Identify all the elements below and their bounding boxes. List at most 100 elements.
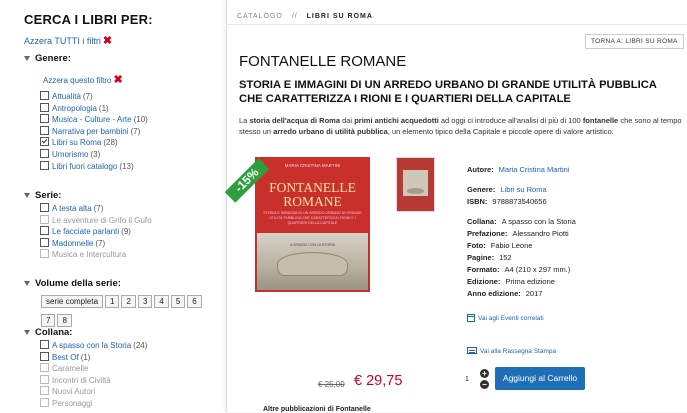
volume-button-7[interactable]: 7 [41, 314, 56, 327]
reset-genere-filter-link[interactable]: Azzera questo filtro ✖ [43, 73, 123, 86]
sidebar-title: CERCA I LIBRI PER: [24, 12, 153, 27]
serie-item-label[interactable]: A testa alta [52, 204, 92, 213]
detail-prefazione: Prefazione: Alessandro Piotti [467, 229, 569, 238]
quantity-increase-button[interactable]: + [480, 369, 489, 378]
genere-item-label[interactable]: Antropologia [52, 104, 97, 113]
checkbox[interactable] [40, 102, 49, 112]
breadcrumb-catalogo[interactable]: CATALOGO [237, 13, 283, 20]
item-count: (28) [103, 138, 118, 148]
related-events-link[interactable]: Vai agli Eventi correlati [467, 314, 544, 322]
checkbox[interactable] [40, 114, 49, 124]
checkbox-disabled [40, 249, 49, 259]
volume-heading[interactable]: Volume della serie: [24, 278, 121, 289]
volume-button-8[interactable]: 8 [57, 314, 72, 327]
serie-item-label[interactable]: Madonnelle [52, 239, 93, 248]
chevron-down-icon [24, 55, 30, 61]
genere-item-fuori-catalogo[interactable]: Libri fuori catalogo (13) [40, 160, 148, 173]
detail-key: Autore: [467, 165, 494, 174]
checkbox[interactable] [40, 125, 49, 135]
reset-all-filters-link[interactable]: Azzera TUTTI i filtri ✖ [24, 34, 112, 47]
volume-button-6[interactable]: 6 [187, 295, 202, 308]
volume-button-4[interactable]: 4 [154, 295, 169, 308]
detail-foto: Foto: Fabio Leone [467, 241, 532, 250]
checkbox[interactable] [40, 203, 49, 212]
genere-item-label[interactable]: Umorismo [52, 150, 88, 159]
add-to-cart-button[interactable]: Aggiungi al Carrello [495, 367, 585, 390]
checkbox[interactable] [40, 148, 49, 158]
checkbox-disabled [40, 386, 49, 396]
quantity-input[interactable]: 1 [460, 375, 474, 385]
genere-item-label[interactable]: Libri su Roma [52, 138, 101, 147]
collana-item-personaggi: Personaggi [40, 397, 147, 410]
calendar-icon [467, 314, 475, 322]
genere-item-antropologia[interactable]: Antropologia (1) [40, 102, 148, 115]
collana-item-best-of[interactable]: Best Of (1) [40, 351, 147, 364]
cover-title-line: FONTANELLE [269, 180, 356, 195]
collana-item-label[interactable]: Best Of [52, 353, 79, 362]
genere-item-label[interactable]: Narrativa per bambini [52, 127, 128, 136]
checkbox[interactable] [40, 340, 49, 349]
genere-item-label[interactable]: Libri fuori catalogo [52, 162, 117, 171]
detail-key: Formato: [467, 265, 500, 274]
item-count: (1) [80, 352, 91, 362]
breadcrumb-separator: // [291, 13, 298, 20]
serie-item-a-testa-alta[interactable]: A testa alta (7) [40, 203, 152, 215]
back-cover-thumbnail[interactable] [396, 157, 435, 212]
checkbox[interactable] [40, 160, 49, 170]
detail-isbn: ISBN: 9788873540656 [467, 197, 547, 206]
back-to-category-button[interactable]: TORNA A: LIBRI SU ROMA [585, 34, 684, 49]
serie-item-label: Musica e Intercultura [52, 250, 127, 260]
detail-formato: Formato: A4 (210 x 297 mm.) [467, 265, 570, 274]
genere-item-attualita[interactable]: Attualità (7) [40, 91, 148, 103]
genere-item-umorismo[interactable]: Umorismo (3) [40, 148, 148, 161]
collana-item-a-spasso[interactable]: A spasso con la Storia (24) [40, 340, 147, 352]
volume-button-serie-completa[interactable]: serie completa [41, 295, 104, 308]
original-price: € 25,00 [318, 380, 345, 389]
serie-item-label[interactable]: Le facciate parlanti [52, 227, 119, 236]
genere-heading-label: Genere: [35, 53, 71, 64]
volume-button-1[interactable]: 1 [105, 295, 120, 308]
cover-series-label: A SPASSO CON LA STORIA [290, 243, 335, 247]
checkbox[interactable] [40, 226, 49, 236]
checkbox[interactable] [40, 237, 49, 247]
author-link[interactable]: Maria Cristina Martini [499, 165, 570, 174]
serie-item-madonnelle[interactable]: Madonnelle (7) [40, 237, 152, 250]
close-icon[interactable]: ✖ [103, 35, 112, 47]
collana-item-incontri: Incontri di Civiltà [40, 374, 147, 387]
serie-item-musica: Musica e Intercultura [40, 249, 152, 261]
volume-button-2[interactable]: 2 [121, 295, 136, 308]
serie-item-facciate[interactable]: Le facciate parlanti (9) [40, 226, 152, 238]
genere-item-narrativa[interactable]: Narrativa per bambini (7) [40, 125, 148, 138]
checkbox-checked[interactable] [40, 137, 49, 147]
current-price: € 29,75 [354, 373, 403, 389]
intro-bold: storia dell'acqua di Roma [249, 116, 340, 125]
book-detail-panel: CATALOGO // LIBRI SU ROMA TORNA A: LIBRI… [224, 0, 687, 413]
genere-item-libri-su-roma[interactable]: Libri su Roma (28) [40, 137, 148, 149]
collana-item-label: Incontri di Civiltà [52, 375, 111, 385]
genere-item-label[interactable]: Attualità [52, 92, 81, 101]
volume-button-5[interactable]: 5 [170, 295, 186, 308]
cover-title-line: ROMANE [283, 194, 342, 209]
book-title: FONTANELLE ROMANE [239, 53, 407, 70]
volume-button-3[interactable]: 3 [137, 295, 153, 308]
reset-genere-label: Azzera questo filtro [43, 76, 112, 85]
checkbox[interactable] [40, 91, 49, 100]
genere-item-label[interactable]: Musica - Culture - Arte [52, 115, 132, 124]
close-icon[interactable]: ✖ [113, 74, 122, 86]
quantity-decrease-button[interactable]: − [480, 380, 489, 389]
serie-list: A testa alta (7) Le avventure di Grifo il… [40, 203, 152, 261]
book-cover-image[interactable]: MARIA CRISTINA MARTINI FONTANELLE ROMANE … [255, 157, 370, 292]
genre-link[interactable]: Libri su Roma [500, 185, 546, 194]
collana-heading[interactable]: Collana: [24, 327, 72, 338]
press-review-link[interactable]: Vai alla Rassegna Stampa [467, 347, 556, 355]
checkbox-disabled [40, 214, 49, 224]
item-count: (10) [133, 115, 148, 125]
detail-autore: Autore: Maria Cristina Martini [467, 165, 570, 174]
collana-list: A spasso con la Storia (24) Best Of (1) Ca… [40, 340, 147, 410]
genere-heading[interactable]: Genere: [24, 53, 71, 64]
serie-heading[interactable]: Serie: [24, 190, 61, 201]
breadcrumb-current: LIBRI SU ROMA [306, 13, 373, 20]
checkbox[interactable] [40, 351, 49, 361]
genere-item-musica[interactable]: Musica - Culture - Arte (10) [40, 114, 148, 126]
collana-item-label[interactable]: A spasso con la Storia [52, 341, 131, 350]
